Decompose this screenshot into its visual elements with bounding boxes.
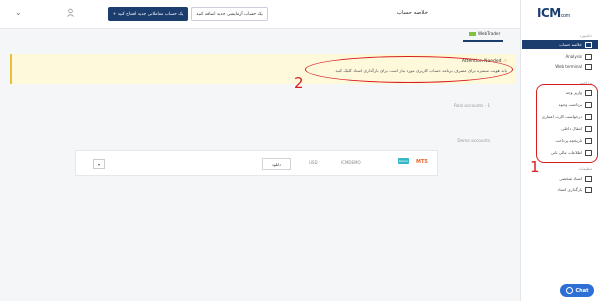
account-card: ▾ دانلود USD ICMDEMO Demo MT5 xyxy=(75,150,438,176)
terminal-icon xyxy=(585,63,592,70)
demo-accounts-label: Demo accounts xyxy=(457,138,490,143)
add-demo-account-button[interactable]: یک حساب آزمایشی جدید اضافه کنید xyxy=(191,7,268,21)
page-title: خلاصه حساب xyxy=(396,10,428,16)
documents-icon xyxy=(585,175,592,182)
tab-active-indicator xyxy=(463,40,503,42)
annotation-number-1: 1 xyxy=(530,158,540,176)
annotation-number-2: 2 xyxy=(294,74,304,92)
user-icon[interactable] xyxy=(66,8,75,17)
sidebar-item-label: خلاصه حساب xyxy=(559,42,582,47)
upload-icon xyxy=(585,186,592,193)
sidebar-item-upload-documents[interactable]: بارگذاری اسناد xyxy=(522,185,598,194)
sidebar-item-label: اسناد شخصی xyxy=(559,176,582,181)
webtrader-logo-icon xyxy=(469,31,476,36)
platform-badge: Demo xyxy=(398,158,409,164)
sidebar-item-label: Web terminal xyxy=(555,64,582,69)
account-menu-dropdown[interactable]: ▾ xyxy=(93,159,105,169)
sidebar-item-web-terminal[interactable]: Web terminal xyxy=(522,62,598,71)
sidebar-item-analysis[interactable]: Analysis xyxy=(522,52,598,61)
main-area: ⌄ + یک حساب معاملاتی جدید افتتاح کنید یک… xyxy=(0,0,520,301)
sidebar-group-settings: تنظیمات xyxy=(578,166,592,171)
account-server: ICMDEMO xyxy=(341,160,361,165)
sidebar-item-summary[interactable]: خلاصه حساب xyxy=(522,40,598,49)
platform-name: MT5 xyxy=(416,159,428,165)
tab-webtrader[interactable]: WebTrader xyxy=(469,31,500,36)
sidebar-item-label: Analysis xyxy=(565,54,582,59)
chat-icon xyxy=(565,287,573,294)
account-currency: USD xyxy=(309,160,318,165)
tab-label: WebTrader xyxy=(478,31,501,36)
annotation-box-1 xyxy=(536,84,598,163)
icm-logo[interactable]: ICMcom xyxy=(537,6,570,20)
sidebar-group-dashboard: داشبورد xyxy=(579,33,592,38)
logo-text: ICM xyxy=(537,6,561,20)
analysis-icon xyxy=(585,53,592,60)
platform-name-text: MT5 xyxy=(416,159,428,165)
chat-label: Chat xyxy=(575,287,589,294)
chat-button[interactable]: Chat xyxy=(560,284,594,297)
open-live-account-button[interactable]: + یک حساب معاملاتی جدید افتتاح کنید xyxy=(108,7,188,21)
chevron-down-icon[interactable]: ⌄ xyxy=(15,8,22,17)
top-bar: ⌄ + یک حساب معاملاتی جدید افتتاح کنید یک… xyxy=(0,0,520,29)
logo-suffix: com xyxy=(560,13,571,19)
sidebar-item-label: بارگذاری اسناد xyxy=(557,187,582,192)
download-button[interactable]: دانلود xyxy=(262,158,291,170)
annotation-ellipse-2 xyxy=(305,56,513,83)
real-accounts-label: Real accounts - 1 xyxy=(453,103,490,108)
summary-icon xyxy=(585,41,592,48)
